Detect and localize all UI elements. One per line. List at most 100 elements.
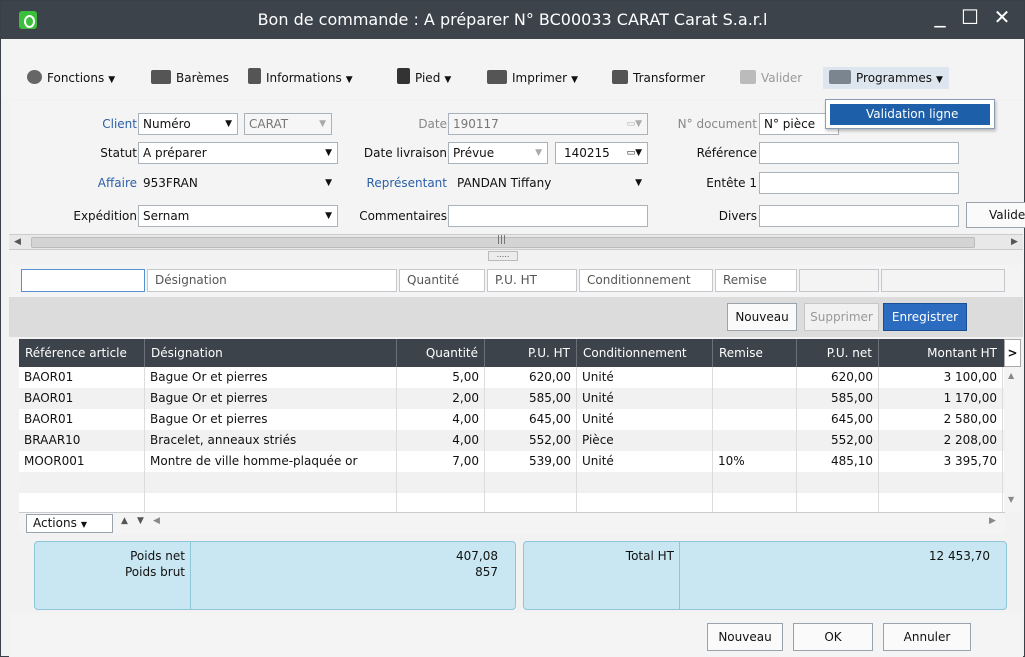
- column-header-pu-ht[interactable]: P.U. HT: [485, 339, 577, 367]
- informations-menu[interactable]: Informations ▼: [248, 67, 353, 89]
- programmes-menu[interactable]: Programmes ▼: [823, 67, 949, 89]
- transformer-label: Transformer: [633, 71, 706, 85]
- cell-remise: [713, 409, 797, 430]
- form-horizontal-scrollbar[interactable]: ◀ ||| ▶: [9, 234, 1023, 250]
- table-row[interactable]: BRAAR10 Bracelet, anneaux striés 4,00 552,0…: [19, 430, 1004, 451]
- nouveau-button[interactable]: Nouveau: [707, 623, 783, 651]
- date-livraison-label: Date livraison: [363, 146, 447, 160]
- pu-net-filter-input[interactable]: [799, 269, 879, 292]
- column-header-remise[interactable]: Remise: [713, 339, 797, 367]
- column-header-conditionnement[interactable]: Conditionnement: [577, 339, 713, 367]
- programmes-dropdown: Validation ligne: [825, 99, 995, 129]
- scroll-right-icon[interactable]: ▶: [989, 516, 996, 526]
- cell-quantite: [397, 472, 485, 493]
- columns-more-icon[interactable]: >: [1004, 339, 1021, 367]
- commentaires-label: Commentaires: [359, 209, 447, 223]
- scroll-up-icon[interactable]: ▲: [1008, 371, 1014, 380]
- remise-filter-input[interactable]: Remise: [715, 269, 797, 292]
- statut-value: A préparer: [143, 146, 207, 160]
- cell-montant-ht: [879, 493, 1003, 514]
- ndoc-label: N° document: [677, 117, 757, 131]
- pu-ht-filter-input[interactable]: P.U. HT: [487, 269, 577, 292]
- conditionnement-filter-input[interactable]: Conditionnement: [579, 269, 713, 292]
- fonctions-menu[interactable]: Fonctions ▼: [27, 67, 115, 89]
- cell-remise: [713, 367, 797, 388]
- affaire-value: 953FRAN: [143, 176, 198, 190]
- menu-item-validation-ligne[interactable]: Validation ligne: [830, 104, 990, 125]
- representant-select[interactable]: PANDAN Tiffany ▼: [448, 172, 648, 194]
- valide-button[interactable]: Valide: [966, 202, 1025, 228]
- quantite-filter-input[interactable]: Quantité: [399, 269, 485, 292]
- baremes-button[interactable]: Barèmes: [151, 67, 229, 89]
- affaire-select[interactable]: 953FRAN ▼: [138, 172, 338, 194]
- commentaires-input[interactable]: [448, 205, 648, 227]
- scroll-right-icon[interactable]: ▶: [1011, 235, 1018, 250]
- cell-reference: BAOR01: [19, 409, 145, 430]
- cell-pu-ht: 645,00: [485, 409, 577, 430]
- table-row[interactable]: BAOR01 Bague Or et pierres 5,00 620,00 Unité…: [19, 367, 1004, 388]
- line-supprimer-button[interactable]: Supprimer: [804, 303, 879, 331]
- divers-input[interactable]: [759, 205, 959, 227]
- minimize-button[interactable]: _: [926, 3, 954, 28]
- client-select[interactable]: CARAT ▼: [244, 113, 332, 135]
- grid-vertical-scrollbar[interactable]: ▲ ▼: [1005, 367, 1021, 512]
- valider-button[interactable]: Valider: [740, 67, 802, 89]
- actions-menu[interactable]: Actions ▼: [26, 514, 113, 533]
- ok-button[interactable]: OK: [793, 623, 873, 651]
- line-enregistrer-button[interactable]: Enregistrer: [883, 303, 967, 331]
- pied-menu[interactable]: Pied ▼: [397, 67, 451, 89]
- table-row[interactable]: BAOR01 Bague Or et pierres 4,00 645,00 Unité…: [19, 409, 1004, 430]
- chevron-down-icon: ▼: [935, 75, 943, 85]
- expedition-select[interactable]: Sernam ▼: [138, 205, 338, 227]
- column-header-reference[interactable]: Référence article: [19, 339, 145, 367]
- scroll-left-icon[interactable]: ◀: [153, 516, 160, 526]
- splitter-handle[interactable]: .....: [488, 251, 518, 261]
- designation-filter-input[interactable]: Désignation: [147, 269, 397, 292]
- statut-select[interactable]: A préparer ▼: [138, 142, 338, 164]
- column-header-designation[interactable]: Désignation: [145, 339, 397, 367]
- calendar-icon: ▭▼: [626, 148, 642, 158]
- move-down-icon[interactable]: ▼: [137, 516, 144, 526]
- reference-filter-input[interactable]: [21, 269, 145, 292]
- cell-designation: Bague Or et pierres: [145, 367, 397, 388]
- scroll-left-icon[interactable]: ◀: [14, 235, 21, 250]
- entete-input[interactable]: [759, 172, 959, 194]
- scrollbar-thumb[interactable]: |||: [31, 235, 975, 248]
- cell-quantite: 2,00: [397, 388, 485, 409]
- transformer-button[interactable]: Transformer: [612, 67, 705, 89]
- date-field[interactable]: 190117 ▭▼: [448, 113, 648, 135]
- cell-conditionnement: Unité: [577, 388, 713, 409]
- move-up-icon[interactable]: ▲: [121, 516, 128, 526]
- cell-reference: MOOR001: [19, 451, 145, 472]
- column-header-pu-net[interactable]: P.U. net: [797, 339, 879, 367]
- chevron-down-icon: ▼: [345, 75, 353, 85]
- date-livraison-field[interactable]: 140215 ▭▼: [555, 142, 648, 164]
- column-header-montant-ht[interactable]: Montant HT: [879, 339, 1003, 367]
- table-row[interactable]: [19, 493, 1004, 514]
- line-nouveau-button[interactable]: Nouveau: [727, 303, 797, 331]
- date-livraison-value: 140215: [564, 146, 610, 160]
- montant-filter-input[interactable]: [881, 269, 1005, 292]
- client-value: CARAT: [249, 117, 289, 131]
- total-ht-value: 12 453,70: [928, 549, 990, 563]
- reference-input[interactable]: [759, 142, 959, 164]
- table-row[interactable]: [19, 472, 1004, 493]
- close-button[interactable]: ✕: [988, 5, 1016, 29]
- table-row[interactable]: BAOR01 Bague Or et pierres 2,00 585,00 Unité…: [19, 388, 1004, 409]
- table-row[interactable]: MOOR001 Montre de ville homme-plaquée or 7…: [19, 451, 1004, 472]
- cell-conditionnement: [577, 472, 713, 493]
- column-header-quantite[interactable]: Quantité: [397, 339, 485, 367]
- maximize-button[interactable]: ☐: [956, 5, 984, 29]
- cell-reference: BAOR01: [19, 367, 145, 388]
- annuler-button[interactable]: Annuler: [883, 623, 971, 651]
- cell-pu-ht: 552,00: [485, 430, 577, 451]
- imprimer-menu[interactable]: Imprimer ▼: [487, 67, 578, 89]
- scroll-down-icon[interactable]: ▼: [1008, 495, 1014, 504]
- cell-remise: [713, 472, 797, 493]
- client-type-select[interactable]: Numéro ▼: [138, 113, 238, 135]
- cell-montant-ht: 3 100,00: [879, 367, 1003, 388]
- poids-brut-label: Poids brut: [124, 565, 185, 579]
- grid-footer: Actions ▼ ▲ ▼ ◀ ▶: [19, 512, 1005, 534]
- date-livraison-type-select[interactable]: Prévue ▼: [448, 142, 548, 164]
- cell-quantite: 4,00: [397, 409, 485, 430]
